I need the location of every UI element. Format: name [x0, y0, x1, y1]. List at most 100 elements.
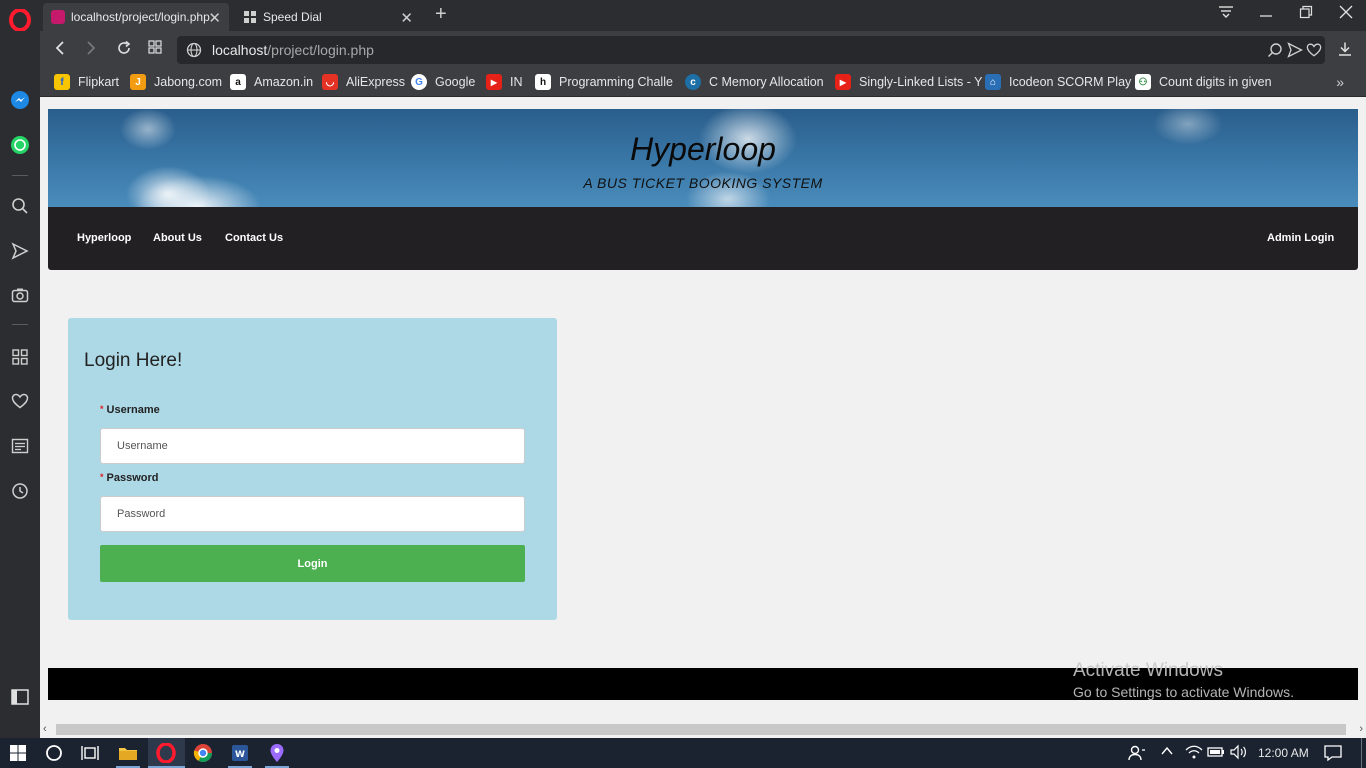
bookmark-count-digits[interactable]: ⚇ Count digits in given	[1135, 74, 1272, 90]
wifi-icon[interactable]	[1185, 744, 1203, 763]
download-icon[interactable]	[1337, 41, 1353, 62]
search-page-icon[interactable]	[1267, 42, 1283, 63]
password-input[interactable]	[100, 496, 525, 532]
bookmark-label: Icodeon SCORM Play	[1009, 75, 1132, 89]
more-bookmarks-icon[interactable]: »	[1336, 74, 1344, 90]
new-tab-icon[interactable]: +	[435, 3, 447, 26]
speed-dial-icon[interactable]	[8, 345, 32, 369]
sidebar-divider	[12, 175, 28, 176]
bookmark-label: Flipkart	[78, 75, 119, 89]
flipkart-icon: f	[54, 74, 70, 90]
username-label: * Username	[100, 404, 160, 416]
close-tab-icon[interactable]: ✕	[400, 9, 413, 27]
scroll-left-icon[interactable]: ‹	[43, 723, 47, 735]
bookmark-c-memory-allocation[interactable]: c C Memory Allocation	[685, 74, 824, 90]
tray-expand-icon[interactable]	[1160, 744, 1174, 761]
bookmark-icodeon[interactable]: ⌂ Icodeon SCORM Play	[985, 74, 1131, 90]
page-favicon-icon	[51, 10, 65, 24]
jabong-icon: J	[130, 74, 146, 90]
close-window-icon[interactable]	[1336, 5, 1356, 22]
send-page-icon[interactable]	[1287, 42, 1303, 63]
bookmarks-bar: f Flipkart J Jabong.com a Amazon.in ◡ Al…	[40, 69, 1366, 97]
bookmark-jabong[interactable]: J Jabong.com	[130, 74, 222, 90]
scroll-right-icon[interactable]: ›	[1359, 723, 1363, 735]
send-icon[interactable]	[8, 239, 32, 263]
task-view-icon[interactable]	[78, 741, 102, 765]
amazon-icon: a	[230, 74, 246, 90]
horizontal-scrollbar[interactable]: ‹ ›	[40, 722, 1366, 738]
tab-title: localhost/project/login.php	[71, 10, 210, 24]
nav-home-link[interactable]: Hyperloop	[77, 232, 131, 244]
site-title: Hyperloop	[630, 131, 776, 167]
back-icon[interactable]	[50, 40, 70, 61]
sidebar-toggle-icon[interactable]	[8, 685, 32, 709]
bookmark-amazon[interactable]: a Amazon.in	[230, 74, 313, 90]
bookmark-programming-challenges[interactable]: h Programming Challe	[535, 74, 673, 90]
bookmark-label: Google	[435, 75, 476, 89]
bookmark-in[interactable]: ▶ IN	[486, 74, 523, 90]
url-field[interactable]: localhost/project/login.php	[177, 36, 1325, 64]
scrollbar-thumb[interactable]	[56, 724, 1346, 735]
chrome-icon[interactable]	[191, 741, 215, 765]
bookmark-label: Singly-Linked Lists - Y	[859, 75, 983, 89]
icodeon-icon: ⌂	[985, 74, 1001, 90]
whatsapp-icon[interactable]	[8, 133, 32, 157]
camera-icon[interactable]	[8, 283, 32, 307]
history-icon[interactable]	[8, 479, 32, 503]
volume-icon[interactable]	[1230, 744, 1248, 763]
action-center-icon[interactable]	[1324, 744, 1342, 765]
sidebar-divider	[12, 324, 28, 325]
minimize-icon[interactable]	[1256, 5, 1276, 22]
news-icon[interactable]	[8, 434, 32, 458]
password-label-text: Password	[106, 472, 159, 484]
maps-icon[interactable]	[265, 741, 289, 765]
bookmark-label: IN	[510, 75, 523, 89]
tab-title: Speed Dial	[263, 10, 322, 24]
bookmark-singly-linked-lists[interactable]: ▶ Singly-Linked Lists - Y	[835, 74, 982, 90]
search-icon[interactable]	[8, 194, 32, 218]
tab-bar: localhost/project/login.php ✕ Speed Dial…	[40, 0, 1366, 31]
nav-admin-login-link[interactable]: Admin Login	[1267, 232, 1334, 244]
close-tab-icon[interactable]: ✕	[208, 9, 221, 27]
bookmark-google[interactable]: G Google	[411, 74, 475, 90]
reload-icon[interactable]	[114, 40, 134, 61]
windows-start-icon[interactable]	[6, 741, 30, 765]
username-input[interactable]	[100, 428, 525, 464]
forward-icon[interactable]	[81, 40, 101, 61]
bookmark-aliexpress[interactable]: ◡ AliExpress	[322, 74, 405, 90]
cortana-icon[interactable]	[42, 741, 66, 765]
bookmark-flipkart[interactable]: f Flipkart	[54, 74, 119, 90]
file-explorer-icon[interactable]	[116, 741, 140, 765]
nav-about-link[interactable]: About Us	[153, 232, 202, 244]
battery-icon[interactable]	[1207, 744, 1225, 763]
svg-text:W: W	[235, 750, 245, 760]
restore-icon[interactable]	[1296, 5, 1316, 22]
show-desktop-divider[interactable]	[1361, 738, 1362, 768]
speed-dial-grid-icon[interactable]	[145, 40, 165, 59]
bookmark-heart-icon[interactable]	[1306, 42, 1322, 63]
bookmark-label: Count digits in given	[1159, 75, 1272, 89]
youtube-icon: ▶	[835, 74, 851, 90]
tab-menu-icon[interactable]	[1216, 5, 1236, 22]
opera-taskbar-icon[interactable]	[154, 741, 178, 765]
people-icon[interactable]	[1128, 744, 1146, 765]
bookmark-label: Programming Challe	[559, 75, 673, 89]
tab-speed-dial[interactable]: Speed Dial ✕	[235, 3, 421, 31]
bookmark-label: Amazon.in	[254, 75, 314, 89]
login-button[interactable]: Login	[100, 545, 525, 582]
login-form: Login Here! *Username *Password Login	[68, 318, 557, 620]
opera-logo-icon[interactable]	[8, 8, 32, 32]
tab-login[interactable]: localhost/project/login.php ✕	[43, 3, 229, 31]
required-mark: *	[100, 472, 104, 482]
nav-contact-link[interactable]: Contact Us	[225, 232, 283, 244]
username-label-text: Username	[106, 404, 160, 416]
word-icon[interactable]: W	[228, 741, 252, 765]
page-viewport: Hyperloop A BUS TICKET BOOKING SYSTEM Hy…	[40, 97, 1366, 738]
bookmark-label: Jabong.com	[154, 75, 223, 89]
youtube-icon: ▶	[486, 74, 502, 90]
codingame-icon: c	[685, 74, 701, 90]
url-path: /project/login.php	[267, 42, 374, 58]
system-clock[interactable]: 12:00 AM	[1258, 746, 1309, 760]
heart-icon[interactable]	[8, 389, 32, 413]
messenger-icon[interactable]	[8, 88, 32, 112]
